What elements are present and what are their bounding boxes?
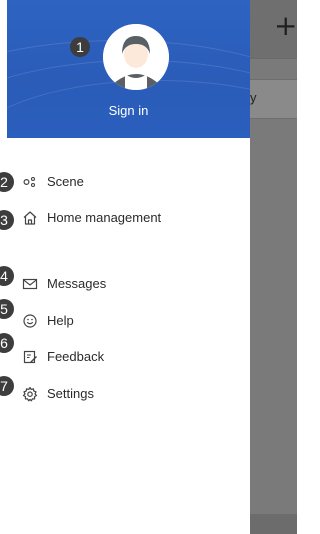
background-row-text: y	[250, 90, 257, 105]
menu-item-help[interactable]: Help	[0, 308, 250, 336]
menu-item-label: Home management	[47, 210, 162, 225]
add-icon: +	[274, 9, 298, 42]
home-icon	[23, 211, 37, 225]
menu-item-home-management[interactable]: Home management	[0, 205, 250, 233]
envelope-icon	[22, 278, 38, 290]
gear-icon	[22, 386, 38, 402]
menu-item-label: Help	[47, 313, 74, 328]
background-app-overlay[interactable]: + y	[250, 0, 297, 534]
smiley-icon	[23, 314, 37, 328]
drawer-header: Sign in	[7, 0, 250, 138]
sign-in-link[interactable]: Sign in	[7, 103, 250, 118]
background-list-row: y	[250, 79, 297, 119]
menu-item-messages[interactable]: Messages	[0, 271, 250, 299]
menu-item-label: Settings	[47, 386, 94, 401]
avatar-placeholder-icon	[103, 24, 169, 90]
menu-item-label: Scene	[47, 174, 84, 189]
menu-item-settings[interactable]: Settings	[0, 381, 250, 409]
scene-icon	[23, 176, 36, 188]
navigation-drawer: Sign in Scene Home management Messages H…	[0, 0, 250, 534]
menu-item-scene[interactable]: Scene	[0, 169, 250, 197]
menu-item-label: Feedback	[47, 349, 105, 364]
menu-item-label: Messages	[47, 276, 107, 291]
avatar[interactable]	[103, 24, 169, 90]
background-bottom-bar	[250, 514, 297, 534]
background-toolbar: +	[250, 0, 297, 59]
edit-icon	[23, 350, 37, 364]
callout-badge-1: 1	[70, 37, 90, 57]
menu-item-feedback[interactable]: Feedback	[0, 344, 250, 372]
